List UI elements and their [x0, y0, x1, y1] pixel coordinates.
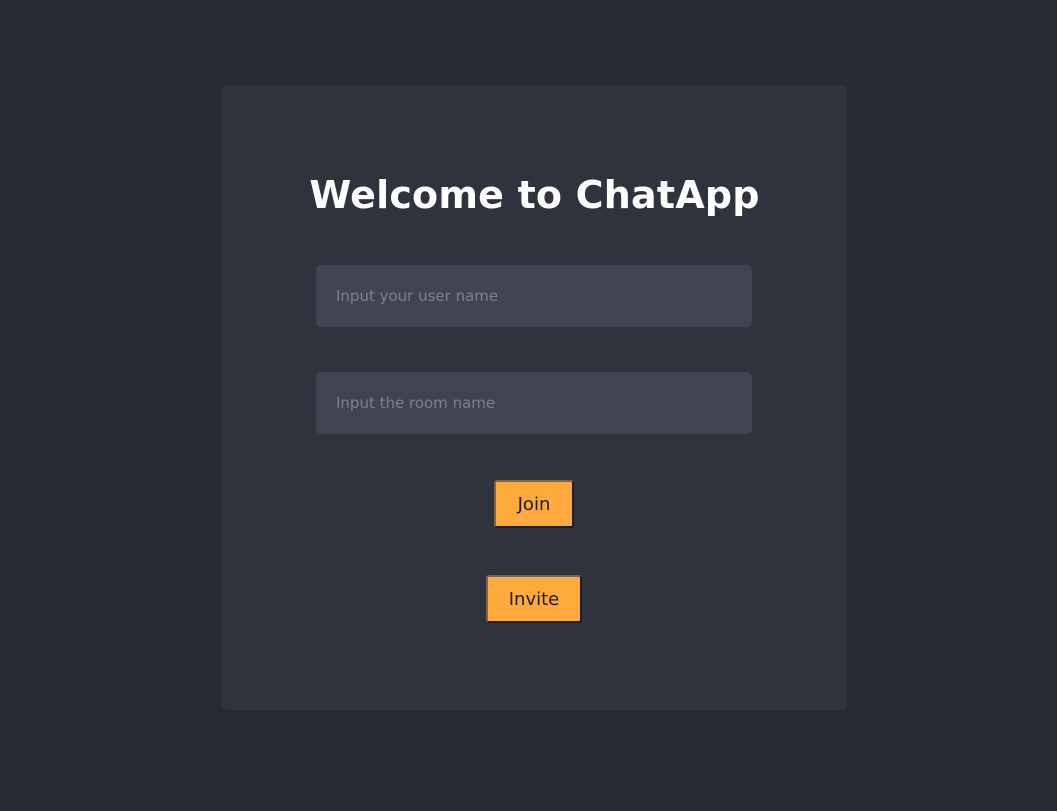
invite-button[interactable]: Invite — [486, 575, 582, 623]
username-input[interactable] — [316, 265, 752, 327]
room-name-input[interactable] — [316, 372, 752, 434]
page-title: Welcome to ChatApp — [309, 173, 760, 217]
login-card: Welcome to ChatApp Join Invite — [222, 85, 847, 710]
join-button[interactable]: Join — [494, 480, 574, 528]
page-background: Welcome to ChatApp Join Invite — [0, 0, 1057, 811]
